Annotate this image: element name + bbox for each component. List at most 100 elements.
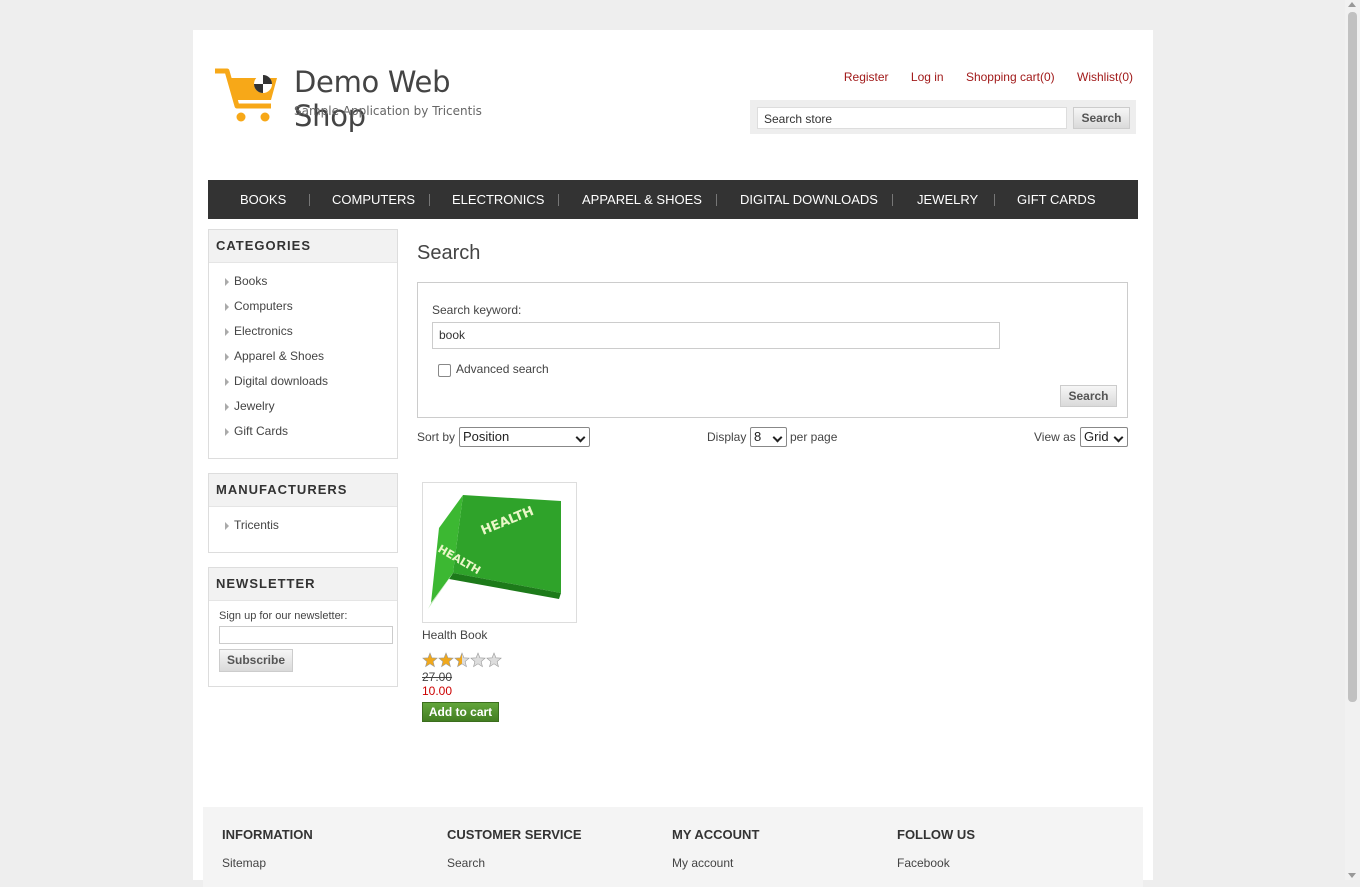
chevron-down-icon	[575, 432, 586, 443]
category-electronics[interactable]: Electronics	[209, 319, 397, 344]
header-search: Search store Search	[750, 100, 1136, 134]
view-as-label: View as	[1034, 430, 1076, 444]
category-books[interactable]: Books	[209, 269, 397, 294]
page-size-value: 8	[754, 429, 762, 444]
brand-name: Demo Web Shop	[294, 65, 451, 133]
star-icon	[454, 652, 470, 668]
footer-column-follow-us: FOLLOW US Facebook	[897, 827, 975, 870]
category-label: Gift Cards	[234, 424, 289, 438]
star-icon	[438, 652, 454, 668]
arrow-right-icon	[225, 428, 229, 436]
brand-tagline: Sample Application by Tricentis	[294, 104, 482, 118]
newsletter-email-input[interactable]	[219, 626, 393, 644]
newsletter-label: Sign up for our newsletter:	[219, 610, 348, 622]
menu-separator	[429, 194, 430, 206]
manufacturer-label: Tricentis	[234, 518, 279, 532]
category-label: Electronics	[234, 324, 293, 338]
shopping-cart-link[interactable]: Shopping cart(0)	[966, 70, 1055, 84]
star-icon	[486, 652, 502, 668]
menu-digital-downloads[interactable]: DIGITAL DOWNLOADS	[740, 180, 878, 219]
category-label: Jewelry	[234, 399, 275, 413]
product-picture[interactable]: HEALTH HEALTH	[422, 482, 577, 623]
product-list-options: Sort by Position Display 8 per page View…	[417, 427, 1128, 447]
per-page-label: per page	[790, 430, 838, 444]
category-digital-downloads[interactable]: Digital downloads	[209, 369, 397, 394]
green-book-image: HEALTH HEALTH	[428, 495, 561, 609]
newsletter-block: NEWSLETTER Sign up for our newsletter: S…	[208, 567, 398, 687]
menu-separator	[994, 194, 995, 206]
header-search-button[interactable]: Search	[1073, 107, 1130, 129]
manufacturer-tricentis[interactable]: Tricentis	[209, 513, 397, 538]
menu-jewelry[interactable]: JEWELRY	[917, 180, 978, 219]
footer-heading: FOLLOW US	[897, 827, 975, 842]
page-title: Search	[417, 242, 481, 264]
search-keyword-input[interactable]: book	[432, 322, 1000, 349]
advanced-search-checkbox[interactable]	[438, 364, 451, 377]
header-links: Register Log in Shopping cart(0) Wishlis…	[825, 70, 1133, 84]
menu-separator	[309, 194, 310, 206]
wishlist-link[interactable]: Wishlist(0)	[1077, 70, 1133, 84]
rating-stars-icon	[422, 652, 502, 668]
search-store-input[interactable]: Search store	[757, 107, 1067, 129]
arrow-right-icon	[225, 278, 229, 286]
product-old-price: 27.00	[422, 670, 453, 684]
scrollbar-thumb[interactable]	[1348, 12, 1357, 702]
footer-link-search[interactable]: Search	[447, 856, 582, 870]
arrow-right-icon	[225, 353, 229, 361]
category-apparel-shoes[interactable]: Apparel & Shoes	[209, 344, 397, 369]
product-price: 10.00	[422, 684, 453, 698]
footer-heading: MY ACCOUNT	[672, 827, 760, 842]
display-label: Display	[707, 430, 747, 444]
menu-separator	[558, 194, 559, 206]
category-label: Apparel & Shoes	[234, 349, 325, 363]
footer-link-sitemap[interactable]: Sitemap	[222, 856, 313, 870]
menu-separator	[892, 194, 893, 206]
search-panel: Search keyword: book Advanced search Sea…	[417, 282, 1128, 418]
page-container: Demo Web Shop Sample Application by Tric…	[193, 30, 1153, 887]
arrow-right-icon	[225, 328, 229, 336]
sort-by-value: Position	[463, 429, 510, 444]
subscribe-button[interactable]: Subscribe	[219, 649, 293, 672]
menu-computers[interactable]: COMPUTERS	[332, 180, 415, 219]
register-link[interactable]: Register	[844, 70, 889, 84]
categories-block: CATEGORIES Books Computers Electronics A…	[208, 229, 398, 459]
vertical-scrollbar[interactable]	[1345, 0, 1360, 880]
page-size-select[interactable]: 8	[750, 427, 787, 447]
menu-apparel-shoes[interactable]: APPAREL & SHOES	[582, 180, 702, 219]
footer-heading: CUSTOMER SERVICE	[447, 827, 582, 842]
footer-heading: INFORMATION	[222, 827, 313, 842]
manufacturers-title: MANUFACTURERS	[209, 474, 397, 507]
shopping-cart-logo-icon	[215, 68, 277, 122]
footer-column-customer-service: CUSTOMER SERVICE Search	[447, 827, 582, 870]
category-label: Computers	[234, 299, 293, 313]
category-computers[interactable]: Computers	[209, 294, 397, 319]
newsletter-title: NEWSLETTER	[209, 568, 397, 601]
star-icon	[470, 652, 486, 668]
sort-by-label: Sort by	[417, 430, 456, 444]
category-gift-cards[interactable]: Gift Cards	[209, 419, 397, 444]
arrow-right-icon	[225, 378, 229, 386]
search-button[interactable]: Search	[1060, 385, 1117, 407]
chevron-down-icon	[772, 432, 783, 443]
scroll-down-icon[interactable]	[1348, 873, 1356, 878]
search-keyword-label: Search keyword:	[432, 303, 522, 317]
login-link[interactable]: Log in	[911, 70, 944, 84]
menu-gift-cards[interactable]: GIFT CARDS	[1017, 180, 1096, 219]
menu-books[interactable]: BOOKS	[240, 180, 286, 219]
store-logo[interactable]: Demo Web Shop Sample Application by Tric…	[213, 65, 523, 133]
footer-link-facebook[interactable]: Facebook	[897, 856, 975, 870]
product-item: HEALTH HEALTH Health Book 27.00 10.00 Ad…	[422, 482, 582, 722]
menu-separator	[716, 194, 717, 206]
arrow-right-icon	[225, 403, 229, 411]
advanced-search-label[interactable]: Advanced search	[456, 362, 549, 376]
footer-link-my-account[interactable]: My account	[672, 856, 759, 870]
view-mode-select[interactable]: Grid	[1080, 427, 1128, 447]
product-title[interactable]: Health Book	[422, 628, 487, 642]
menu-electronics[interactable]: ELECTRONICS	[452, 180, 544, 219]
scroll-up-icon[interactable]	[1348, 2, 1356, 7]
add-to-cart-button[interactable]: Add to cart	[422, 702, 499, 722]
top-menu: BOOKS COMPUTERS ELECTRONICS APPAREL & SH…	[208, 180, 1138, 219]
category-jewelry[interactable]: Jewelry	[209, 394, 397, 419]
category-label: Digital downloads	[234, 374, 329, 388]
sort-by-select[interactable]: Position	[459, 427, 590, 447]
